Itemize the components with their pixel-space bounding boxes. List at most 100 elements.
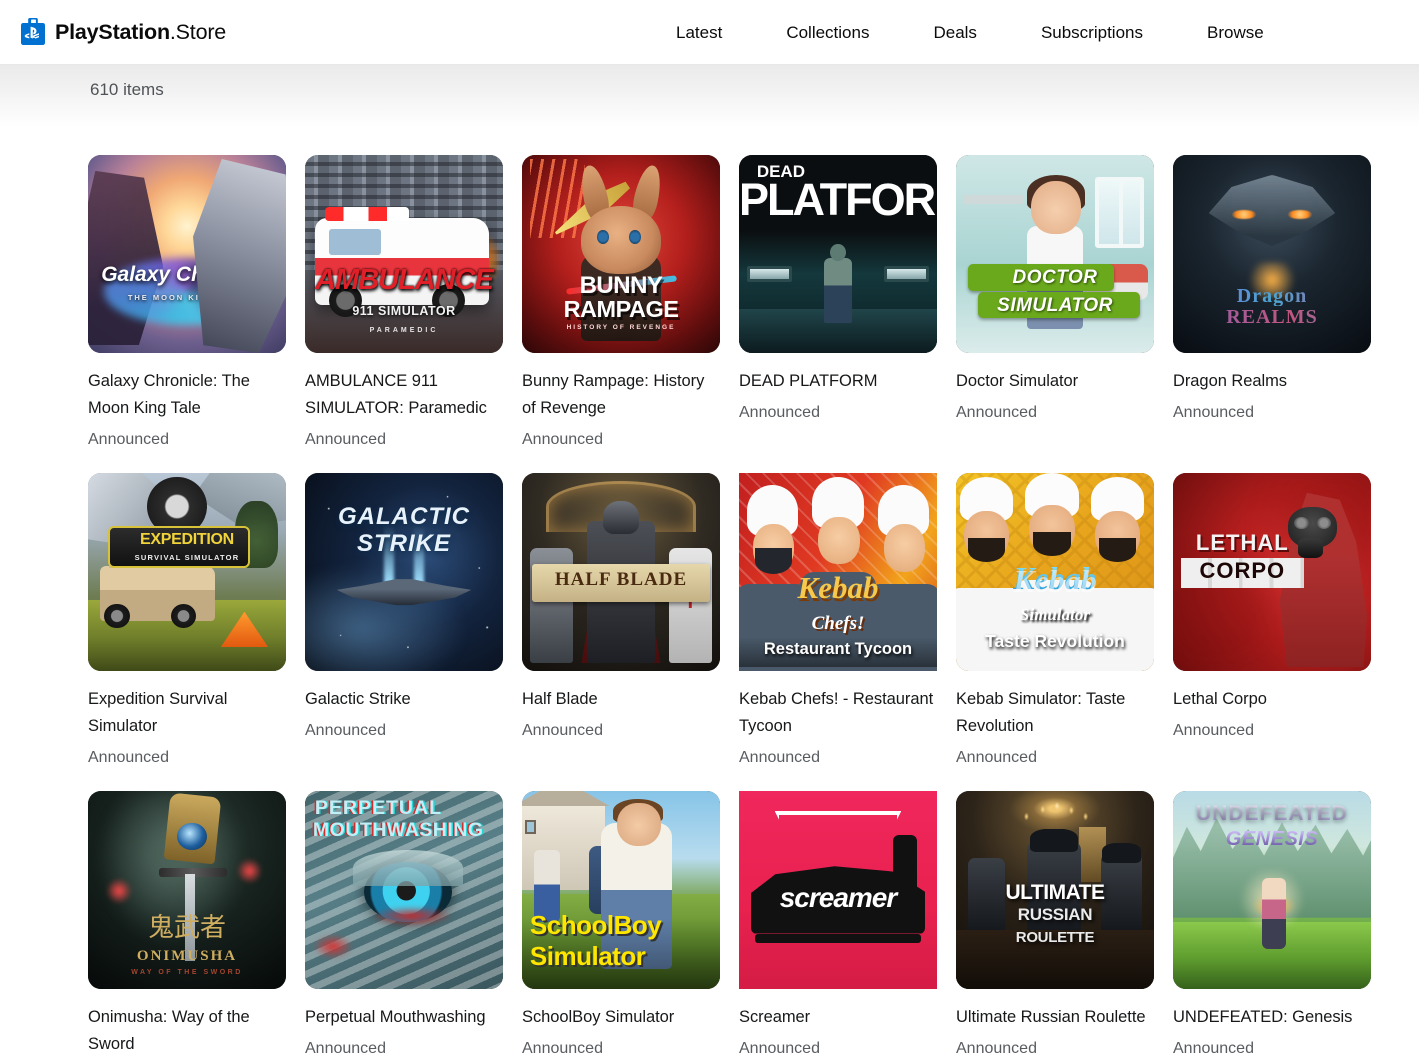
cover-title-line1: Galaxy Chronicle	[88, 264, 286, 285]
cover-title-line2: SURVIVAL SIMULATOR	[88, 554, 286, 562]
header-gradient-strip	[0, 65, 1419, 127]
playstation-store-logo[interactable]: PlayStation.Store	[20, 18, 226, 46]
game-cover-art[interactable]: Dragon REALMS	[1173, 155, 1371, 353]
game-title[interactable]: Galaxy Chronicle: The Moon King Tale	[88, 368, 286, 422]
game-cover-art[interactable]: EXPEDITION SURVIVAL SIMULATOR	[88, 473, 286, 671]
cover-title-line1: screamer	[739, 884, 937, 913]
brand-wordmark: PlayStation.Store	[55, 20, 226, 45]
cover-title-line2: 911 SIMULATOR	[305, 305, 503, 318]
window-decoration	[1095, 177, 1145, 248]
game-status: Announced	[1173, 720, 1371, 742]
cover-artwork-perpetual-mouthwashing: PERPETUAL MOUTHWASHING	[305, 791, 503, 989]
nav-item-subscriptions[interactable]: Subscriptions	[1041, 23, 1143, 43]
cover-title-line3: ROULETTE	[956, 930, 1154, 945]
game-card[interactable]: ULTIMATE RUSSIAN ROULETTE Ultimate Russi…	[956, 791, 1154, 1062]
game-cover-art[interactable]: LETHAL CORPO	[1173, 473, 1371, 671]
game-card[interactable]: Galaxy Chronicle THE MOON KING TALE Gala…	[88, 155, 286, 451]
game-status: Announced	[305, 429, 503, 451]
game-card[interactable]: PERPETUAL MOUTHWASHING Perpetual Mouthwa…	[305, 791, 503, 1062]
game-title[interactable]: Lethal Corpo	[1173, 686, 1371, 713]
game-cover-art[interactable]: BUNNY RAMPAGE HISTORY OF REVENGE	[522, 155, 720, 353]
game-cover-art[interactable]: screamer	[739, 791, 937, 989]
game-status: Announced	[305, 1038, 503, 1060]
game-title[interactable]: AMBULANCE 911 SIMULATOR: Paramedic	[305, 368, 503, 422]
game-cover-art[interactable]: HALF BLADE	[522, 473, 720, 671]
game-card[interactable]: DOCTOR SIMULATOR Doctor Simulator Announ…	[956, 155, 1154, 451]
cover-title-line2: WAY OF THE SWORD	[88, 969, 286, 976]
game-title[interactable]: Perpetual Mouthwashing	[305, 1004, 503, 1031]
game-title[interactable]: Kebab Simulator: Taste Revolution	[956, 686, 1154, 740]
game-cover-art[interactable]: GALACTIC STRIKE	[305, 473, 503, 671]
game-title[interactable]: Bunny Rampage: History of Revenge	[522, 368, 720, 422]
brand-store: .Store	[170, 20, 226, 44]
cover-title-line3: HISTORY OF REVENGE	[522, 325, 720, 332]
game-title[interactable]: Half Blade	[522, 686, 720, 713]
game-cover-art[interactable]: Galaxy Chronicle THE MOON KING TALE	[88, 155, 286, 353]
cover-artwork-kebab-chefs: Kebab Chefs! Restaurant Tycoon	[739, 473, 937, 671]
cover-title-line1: UNDEFEATED	[1173, 803, 1371, 824]
game-card[interactable]: EXPEDITION SURVIVAL SIMULATOR Expedition…	[88, 473, 286, 769]
game-cover-art[interactable]: SchoolBoy Simulator	[522, 791, 720, 989]
game-cover-art[interactable]: UNDEFEATED GENESIS	[1173, 791, 1371, 989]
game-title[interactable]: Galactic Strike	[305, 686, 503, 713]
hat-decoration	[1105, 844, 1139, 858]
game-card[interactable]: UNDEFEATED GENESIS UNDEFEATED: Genesis A…	[1173, 791, 1371, 1062]
game-status: Announced	[522, 720, 720, 742]
cover-artwork-kebab-simulator: Kebab Simulator Taste Revolution	[956, 473, 1154, 671]
game-cover-art[interactable]: Kebab Simulator Taste Revolution	[956, 473, 1154, 671]
eyelid-decoration	[353, 850, 464, 886]
game-card[interactable]: screamer Screamer Announced	[739, 791, 937, 1062]
game-cover-art[interactable]: DOCTOR SIMULATOR	[956, 155, 1154, 353]
game-title[interactable]: Kebab Chefs! - Restaurant Tycoon	[739, 686, 937, 740]
game-card[interactable]: Dragon REALMS Dragon Realms Announced	[1173, 155, 1371, 451]
game-card[interactable]: 鬼武者 ONIMUSHA WAY OF THE SWORD Onimusha: …	[88, 791, 286, 1062]
game-title[interactable]: Dragon Realms	[1173, 368, 1371, 395]
game-cover-art[interactable]: DEAD PLATFORM	[739, 155, 937, 353]
game-title[interactable]: Onimusha: Way of the Sword	[88, 1004, 286, 1058]
ember-decoration	[237, 858, 263, 884]
game-card[interactable]: AMBULANCE 911 SIMULATOR PARAMEDIC AMBULA…	[305, 155, 503, 451]
game-cover-art[interactable]: ULTIMATE RUSSIAN ROULETTE	[956, 791, 1154, 989]
playstation-store-bag-icon	[20, 18, 46, 46]
game-title[interactable]: Ultimate Russian Roulette	[956, 1004, 1154, 1031]
game-card[interactable]: GALACTIC STRIKE Galactic Strike Announce…	[305, 473, 503, 769]
game-card[interactable]: BUNNY RAMPAGE HISTORY OF REVENGE Bunny R…	[522, 155, 720, 451]
game-card[interactable]: LETHAL CORPO Lethal Corpo Announced	[1173, 473, 1371, 769]
game-card[interactable]: DEAD PLATFORM DEAD PLATFORM Announced	[739, 155, 937, 451]
red-smear-decoration	[313, 934, 353, 960]
game-status: Announced	[522, 1038, 720, 1060]
game-cover-art[interactable]: PERPETUAL MOUTHWASHING	[305, 791, 503, 989]
game-title[interactable]: Doctor Simulator	[956, 368, 1154, 395]
game-title[interactable]: Expedition Survival Simulator	[88, 686, 286, 740]
game-status: Announced	[956, 1038, 1154, 1060]
game-card[interactable]: SchoolBoy Simulator SchoolBoy Simulator …	[522, 791, 720, 1062]
game-card[interactable]: HALF BLADE Half Blade Announced	[522, 473, 720, 769]
game-card[interactable]: Kebab Simulator Taste Revolution Kebab S…	[956, 473, 1154, 769]
game-cover-art[interactable]: 鬼武者 ONIMUSHA WAY OF THE SWORD	[88, 791, 286, 989]
game-title[interactable]: Screamer	[739, 1004, 937, 1031]
boy-head	[617, 803, 661, 847]
cover-title-line2: THE MOON KING TALE	[88, 294, 286, 302]
nav-item-latest[interactable]: Latest	[676, 23, 722, 43]
nav-item-browse[interactable]: Browse	[1207, 23, 1264, 43]
cover-artwork-undefeated-genesis: UNDEFEATED GENESIS	[1173, 791, 1371, 989]
lamp-decoration	[884, 266, 930, 282]
nav-item-collections[interactable]: Collections	[786, 23, 869, 43]
cover-artwork-ultimate-russian-roulette: ULTIMATE RUSSIAN ROULETTE	[956, 791, 1154, 989]
game-status: Announced	[1173, 1038, 1371, 1060]
game-grid: Galaxy Chronicle THE MOON KING TALE Gala…	[88, 155, 1378, 1062]
game-cover-art[interactable]: AMBULANCE 911 SIMULATOR PARAMEDIC	[305, 155, 503, 353]
cover-title-line1: Dragon	[1173, 286, 1371, 306]
cover-title-line2: SIMULATOR	[956, 296, 1154, 315]
game-title[interactable]: DEAD PLATFORM	[739, 368, 937, 395]
car-shadow	[755, 934, 921, 944]
game-card[interactable]: Kebab Chefs! Restaurant Tycoon Kebab Che…	[739, 473, 937, 769]
game-title[interactable]: UNDEFEATED: Genesis	[1173, 1004, 1371, 1031]
doctor-head	[1031, 181, 1081, 234]
game-cover-art[interactable]: Kebab Chefs! Restaurant Tycoon	[739, 473, 937, 671]
cover-title-line3: PARAMEDIC	[305, 327, 503, 334]
game-title[interactable]: SchoolBoy Simulator	[522, 1004, 720, 1031]
cover-artwork-doctor-simulator: DOCTOR SIMULATOR	[956, 155, 1154, 353]
game-status: Announced	[956, 747, 1154, 769]
nav-item-deals[interactable]: Deals	[933, 23, 976, 43]
